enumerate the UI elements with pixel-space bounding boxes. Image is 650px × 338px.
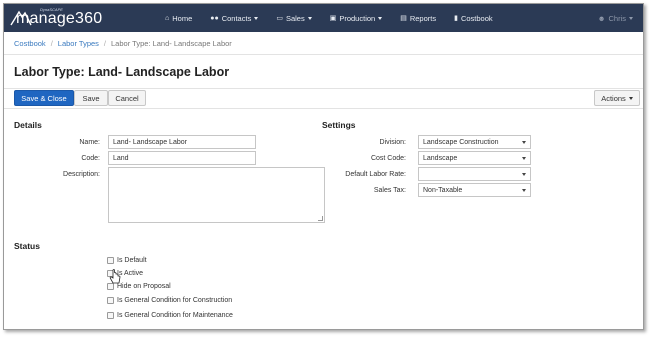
name-label: Name: <box>79 139 100 146</box>
breadcrumb-current: Labor Type: Land- Landscape Labor <box>111 39 232 48</box>
name-field[interactable]: Land- Landscape Labor <box>108 135 256 149</box>
cancel-button[interactable]: Cancel <box>108 90 146 106</box>
is-default-label: Is Default <box>117 257 147 264</box>
sales-tax-select[interactable]: Non-Taxable <box>418 183 531 197</box>
truck-icon: ▣ <box>329 15 337 22</box>
nav-production-label: Production <box>339 13 376 23</box>
name-value: Land- Landscape Labor <box>113 138 187 146</box>
details-heading: Details <box>14 120 42 130</box>
breadcrumb-costbook[interactable]: Costbook <box>14 39 46 48</box>
nav-home-label: Home <box>172 13 193 23</box>
home-icon: ⌂ <box>165 14 170 22</box>
brand-name: manage360 <box>16 10 103 27</box>
sales-tax-label: Sales Tax: <box>373 187 406 194</box>
user-icon: ☻ <box>597 13 606 23</box>
general-construction-label: Is General Condition for Construction <box>117 297 233 304</box>
chevron-down-icon <box>378 16 383 20</box>
save-button[interactable]: Save <box>74 90 108 106</box>
sales-tax-value: Non-Taxable <box>423 186 463 194</box>
user-menu[interactable]: ☻ Chris <box>598 4 633 32</box>
nav-costbook[interactable]: ▮ Costbook <box>445 4 502 32</box>
chevron-down-icon <box>628 96 633 100</box>
labor-rate-select[interactable] <box>418 167 531 181</box>
division-value: Landscape Construction <box>423 138 499 146</box>
checkbox-box[interactable] <box>107 312 114 319</box>
page-title: Labor Type: Land- Landscape Labor <box>14 65 230 79</box>
chevron-down-icon <box>522 141 526 144</box>
actions-dropdown[interactable]: Actions <box>594 90 640 106</box>
nav-sales-label: Sales <box>285 13 305 23</box>
general-maintenance-label: Is General Condition for Maintenance <box>117 312 233 319</box>
is-default-checkbox[interactable]: Is Default <box>107 257 147 264</box>
cost-code-select[interactable]: Landscape <box>418 151 531 165</box>
nav-production[interactable]: ▣ Production <box>321 4 391 32</box>
users-icon: ●● <box>210 14 219 22</box>
hide-on-proposal-label: Hide on Proposal <box>117 283 171 290</box>
description-textarea[interactable] <box>108 167 325 223</box>
division-label: Division: <box>379 139 406 146</box>
chevron-down-icon <box>254 16 259 20</box>
nav-home[interactable]: ⌂ Home <box>156 4 201 32</box>
app-window: DynaSCAPE manage360 ⌂ Home ●● Contacts ▭… <box>3 3 644 330</box>
nav-reports[interactable]: ▤ Reports <box>391 4 445 32</box>
nav-reports-label: Reports <box>409 13 437 23</box>
settings-heading: Settings <box>322 120 356 130</box>
brand-logo[interactable]: DynaSCAPE manage360 <box>4 4 154 32</box>
breadcrumb: Costbook / Labor Types / Labor Type: Lan… <box>14 39 232 48</box>
dollar-icon: ▭ <box>276 15 283 22</box>
chevron-down-icon <box>522 189 526 192</box>
checkbox-box[interactable] <box>107 297 114 304</box>
general-construction-checkbox[interactable]: Is General Condition for Construction <box>107 297 232 304</box>
cost-code-label: Cost Code: <box>370 155 406 162</box>
checkbox-box[interactable] <box>107 257 114 264</box>
description-label: Description: <box>63 171 100 178</box>
nav-contacts[interactable]: ●● Contacts <box>201 4 267 32</box>
code-label: Code: <box>81 155 100 162</box>
nav-menu: ⌂ Home ●● Contacts ▭ Sales ▣ Production … <box>156 4 502 32</box>
top-navbar: DynaSCAPE manage360 ⌂ Home ●● Contacts ▭… <box>4 4 643 32</box>
book-icon: ▮ <box>454 15 458 22</box>
divider <box>4 108 643 109</box>
user-name: Chris <box>608 13 626 23</box>
division-select[interactable]: Landscape Construction <box>418 135 531 149</box>
chevron-down-icon <box>629 16 633 20</box>
chevron-down-icon <box>307 16 312 20</box>
divider <box>4 54 643 55</box>
breadcrumb-separator: / <box>103 39 107 48</box>
code-field[interactable]: Land <box>108 151 256 165</box>
nav-contacts-label: Contacts <box>221 13 252 23</box>
code-value: Land <box>113 154 129 162</box>
chevron-down-icon <box>522 173 526 176</box>
chevron-down-icon <box>522 157 526 160</box>
breadcrumb-separator: / <box>50 39 53 48</box>
nav-costbook-label: Costbook <box>460 13 493 23</box>
hand-cursor-icon <box>109 269 121 284</box>
nav-sales[interactable]: ▭ Sales <box>267 4 320 32</box>
labor-rate-label: Default Labor Rate: <box>345 171 406 178</box>
actions-label: Actions <box>601 93 626 103</box>
reports-icon: ▤ <box>400 15 407 22</box>
save-close-button[interactable]: Save & Close <box>14 90 74 106</box>
general-maintenance-checkbox[interactable]: Is General Condition for Maintenance <box>107 312 233 319</box>
status-heading: Status <box>14 241 40 251</box>
cost-code-value: Landscape <box>423 154 458 162</box>
divider <box>4 88 643 89</box>
breadcrumb-labor-types[interactable]: Labor Types <box>58 39 99 48</box>
resize-handle-icon[interactable] <box>318 216 323 221</box>
